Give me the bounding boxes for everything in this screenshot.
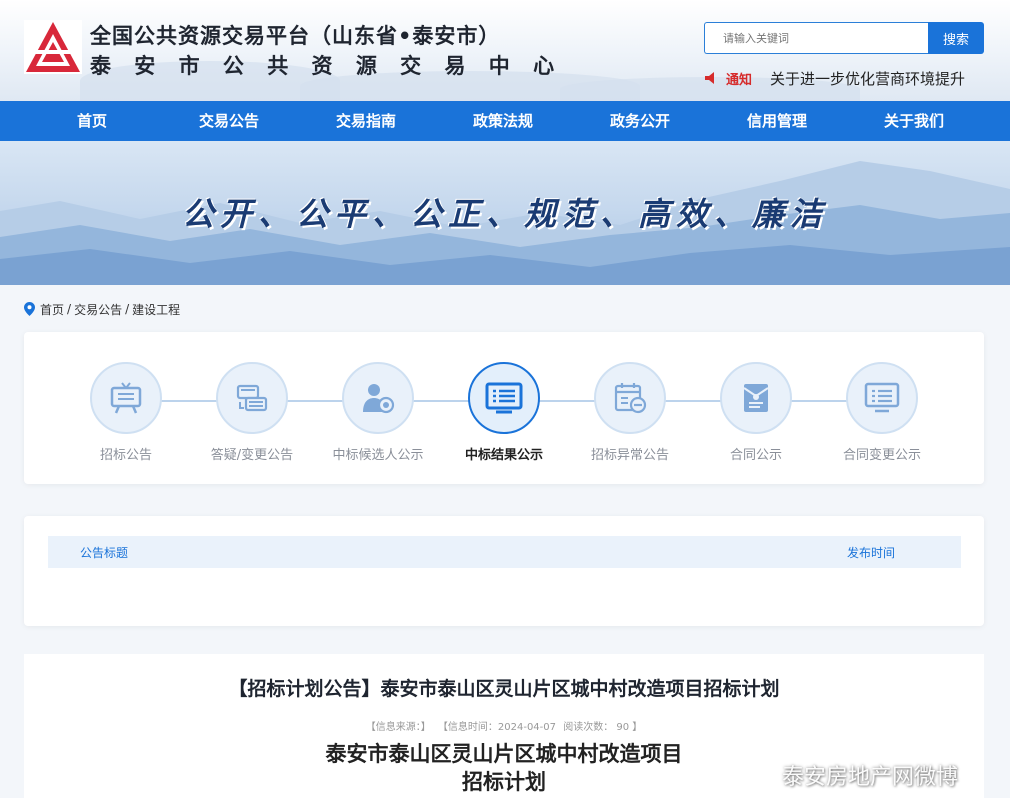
nav-item-trade-notice[interactable]: 交易公告 bbox=[174, 101, 284, 141]
article-meta: 【信息来源：】 【信息时间：2024-04-07 阅读次数： 90 】 bbox=[24, 718, 984, 733]
weibo-watermark: 泰安房地产网微博 bbox=[742, 758, 958, 792]
calendar-minus-icon bbox=[614, 383, 647, 414]
exchange-cards-icon bbox=[236, 384, 268, 412]
billboard-icon bbox=[110, 382, 142, 414]
category-icon-circle bbox=[342, 362, 414, 434]
category-icon-circle bbox=[846, 362, 918, 434]
category-contract[interactable]: 合同公示 bbox=[693, 362, 819, 463]
category-icon-circle-active bbox=[468, 362, 540, 434]
banner-slogan: 公开、公平、公正、规范、高效、廉洁 bbox=[181, 195, 828, 233]
nav-item-gov-affairs[interactable]: 政务公开 bbox=[585, 101, 695, 141]
breadcrumb-home[interactable]: 首页 bbox=[40, 301, 64, 318]
meta-views: 阅读次数： 90 】 bbox=[563, 722, 643, 733]
breadcrumb-separator: / bbox=[67, 302, 72, 316]
category-icon-circle bbox=[90, 362, 162, 434]
notice-tag: 通知 bbox=[726, 72, 753, 88]
category-label: 合同公示 bbox=[729, 448, 782, 463]
category-winning-candidate[interactable]: 中标候选人公示 bbox=[315, 362, 441, 463]
search-bar: 搜索 bbox=[704, 22, 984, 54]
category-label: 招标异常公告 bbox=[590, 448, 669, 463]
person-badge-icon bbox=[363, 384, 395, 414]
envelope-doc-icon bbox=[743, 384, 769, 412]
nav-item-home[interactable]: 首页 bbox=[37, 101, 147, 141]
category-label-active: 中标结果公示 bbox=[464, 448, 543, 463]
article-title: 【招标计划公告】泰安市泰山区灵山片区城中村改造项目招标计划 bbox=[228, 678, 780, 700]
nav-item-trade-guide[interactable]: 交易指南 bbox=[311, 101, 421, 141]
location-pin-icon bbox=[24, 302, 35, 316]
category-icon-circle bbox=[216, 362, 288, 434]
category-label: 合同变更公示 bbox=[842, 448, 921, 463]
main-nav: 首页 交易公告 交易指南 政策法规 政务公开 信用管理 关于我们 bbox=[0, 101, 1010, 141]
monitor-list-icon bbox=[864, 382, 900, 413]
meta-source: 【信息来源：】 bbox=[365, 722, 431, 733]
notice-ticker[interactable]: 通知 关于进一步优化营商环境提升 bbox=[704, 68, 965, 88]
site-header: 全国公共资源交易平台（山东省•泰安市） 泰 安 市 公 共 资 源 交 易 中 … bbox=[0, 0, 1010, 101]
category-qa-change[interactable]: 答疑/变更公告 bbox=[189, 362, 315, 463]
breadcrumb-trade-notice[interactable]: 交易公告 bbox=[74, 301, 122, 318]
category-winning-result[interactable]: 中标结果公示 bbox=[441, 362, 567, 463]
speaker-icon bbox=[705, 72, 714, 84]
category-label: 招标公告 bbox=[99, 448, 152, 463]
list-header: 公告标题 发布时间 bbox=[48, 536, 961, 568]
category-contract-change[interactable]: 合同变更公示 bbox=[819, 362, 945, 463]
search-input[interactable] bbox=[704, 22, 928, 54]
announcement-list-panel: 公告标题 发布时间 bbox=[24, 516, 984, 626]
category-label: 中标候选人公示 bbox=[332, 448, 424, 463]
watermark-text: 泰安房地产网微博 bbox=[782, 765, 959, 790]
site-title: 全国公共资源交易平台（山东省•泰安市） bbox=[90, 24, 501, 48]
site-logo[interactable] bbox=[24, 20, 82, 74]
search-button[interactable]: 搜索 bbox=[928, 22, 984, 54]
breadcrumb-construction[interactable]: 建设工程 bbox=[132, 301, 180, 318]
meta-time: 【信息时间：2024-04-07 bbox=[437, 722, 557, 733]
category-label: 答疑/变更公告 bbox=[210, 448, 294, 463]
category-icon-circle bbox=[720, 362, 792, 434]
screen-list-icon bbox=[485, 382, 523, 414]
category-panel: 招标公告 答疑/变更公告 中标候选人公示 中标结果公示 招标异常公告 合同公示 … bbox=[24, 332, 984, 484]
breadcrumb: 首页 / 交易公告 / 建设工程 bbox=[24, 299, 180, 319]
nav-item-about[interactable]: 关于我们 bbox=[859, 101, 969, 141]
weibo-icon bbox=[742, 763, 776, 789]
breadcrumb-separator: / bbox=[125, 302, 130, 316]
category-tender-exception[interactable]: 招标异常公告 bbox=[567, 362, 693, 463]
nav-item-credit[interactable]: 信用管理 bbox=[722, 101, 832, 141]
column-header-title[interactable]: 公告标题 bbox=[80, 544, 128, 561]
column-header-time[interactable]: 发布时间 bbox=[847, 544, 895, 561]
notice-link[interactable]: 关于进一步优化营商环境提升 bbox=[770, 68, 965, 89]
site-subtitle: 泰 安 市 公 共 资 源 交 易 中 心 bbox=[90, 54, 563, 78]
category-icon-circle bbox=[594, 362, 666, 434]
category-tender-notice[interactable]: 招标公告 bbox=[63, 362, 189, 463]
nav-item-policy[interactable]: 政策法规 bbox=[448, 101, 558, 141]
hero-banner: 公开、公平、公正、规范、高效、廉洁 bbox=[0, 141, 1010, 285]
